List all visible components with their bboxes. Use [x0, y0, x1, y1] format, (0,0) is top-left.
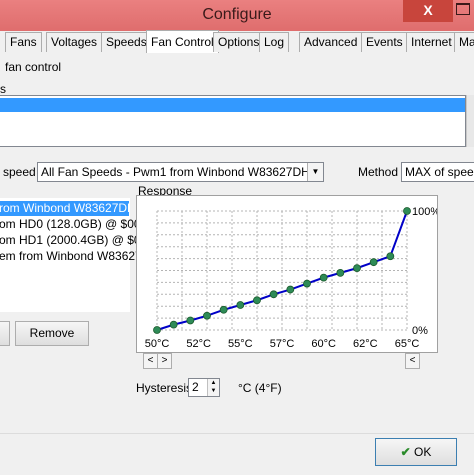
tab-advanced[interactable]: Advanced — [299, 32, 363, 52]
list-item[interactable]: om HD1 (2000.4GB) @ $000 — [0, 233, 154, 247]
data-point — [253, 296, 261, 305]
fan-list-header: s — [0, 82, 6, 96]
x-tick-label: 60°C — [311, 338, 336, 350]
y-tick-label: 100% — [412, 206, 437, 218]
x-tick-label: 55°C — [228, 338, 253, 350]
tab-speeds[interactable]: Speeds — [101, 32, 152, 52]
data-point — [203, 311, 211, 320]
tab-log[interactable]: Log — [259, 32, 290, 52]
tab-voltages[interactable]: Voltages — [46, 32, 103, 52]
y-tick-label: 0% — [412, 325, 428, 337]
x-tick-label: 52°C — [186, 338, 211, 350]
arrow-left-icon: < — [147, 355, 154, 366]
tab-label: Internet — [411, 35, 452, 49]
tab-label: Fan Control — [151, 35, 214, 49]
tab-internet[interactable]: Internet — [406, 32, 457, 52]
maximize-icon[interactable] — [456, 3, 474, 17]
x-tick-label: 57°C — [270, 338, 295, 350]
close-icon: X — [423, 2, 433, 18]
method-select-value: MAX of speeds — [405, 165, 474, 179]
tab-fans[interactable]: Fans — [5, 32, 42, 52]
scroll-left-button-end[interactable]: < — [405, 353, 420, 369]
remove-button-label: Remove — [29, 326, 75, 340]
tab-label: Events — [366, 35, 403, 49]
close-button[interactable]: X — [403, 0, 453, 22]
data-point — [186, 316, 195, 325]
list-item[interactable]: em from Winbond W83627 — [0, 249, 142, 263]
scroll-left-button[interactable]: < — [143, 353, 158, 369]
hysteresis-value: 2 — [192, 380, 199, 394]
x-tick-label: 62°C — [353, 338, 378, 350]
data-point — [319, 273, 328, 282]
tab-events[interactable]: Events — [361, 32, 408, 52]
arrow-left-icon: < — [409, 355, 416, 366]
tab-label: Voltages — [51, 35, 98, 49]
data-point — [286, 285, 295, 294]
method-select[interactable]: MAX of speeds — [401, 162, 474, 182]
tab-label: Log — [264, 35, 285, 49]
tab-label: Options — [218, 35, 260, 49]
x-tick-label: 50°C — [145, 338, 170, 350]
tab-label: Ma — [459, 35, 474, 49]
fan-list-selected-row[interactable] — [0, 98, 465, 112]
tab-options[interactable]: Options — [213, 32, 265, 52]
tab-bar: Fans Voltages Speeds Fan Control Options… — [0, 30, 474, 54]
hysteresis-spinner[interactable]: ▲ ▼ — [207, 379, 219, 396]
checkmark-icon: ✔ — [400, 445, 411, 459]
remove-button[interactable]: Remove — [15, 321, 89, 346]
data-point — [369, 258, 378, 267]
hysteresis-unit: °C (4°F) — [238, 381, 282, 395]
speed-label: speed — [3, 165, 36, 179]
add-button[interactable] — [0, 321, 10, 346]
tab-label: Advanced — [304, 35, 358, 49]
source-label: rom Winbond W83627DHG — [0, 201, 129, 215]
response-chart[interactable]: 100% 0% 50°C 52°C 55°C 57°C 60°C 62°C 65°C — [137, 196, 437, 352]
fan-list-scrollbar[interactable] — [466, 95, 474, 147]
tab-label: Speeds — [106, 35, 147, 49]
data-point — [169, 320, 178, 329]
speed-select[interactable]: All Fan Speeds - Pwm1 from Winbond W8362… — [37, 162, 324, 182]
hysteresis-label: Hysteresis — [136, 381, 193, 395]
tab-main[interactable]: Ma — [454, 32, 474, 52]
data-point — [336, 268, 345, 277]
data-point — [269, 290, 278, 299]
scroll-right-button[interactable]: > — [157, 353, 172, 369]
source-list[interactable]: rom Winbond W83627DHG om HD0 (128.0GB) @… — [0, 198, 154, 312]
ok-button[interactable]: ✔ OK — [375, 438, 457, 466]
hysteresis-input[interactable]: 2 ▲ ▼ — [188, 378, 220, 397]
list-item[interactable]: rom Winbond W83627DHG — [0, 201, 129, 216]
x-tick-label: 65°C — [395, 338, 420, 350]
dialog-footer: ✔ OK — [0, 433, 474, 475]
arrow-right-icon: > — [161, 355, 168, 366]
enable-fan-control-label[interactable]: fan control — [5, 60, 61, 74]
data-point — [219, 305, 228, 314]
tab-label: Fans — [10, 35, 37, 49]
method-label: Method — [358, 165, 399, 179]
fan-list[interactable] — [0, 95, 466, 147]
tab-fan-control[interactable]: Fan Control — [146, 30, 219, 53]
data-point — [153, 326, 161, 334]
data-point — [353, 264, 361, 273]
list-item[interactable]: om HD0 (128.0GB) @ $000 — [0, 217, 147, 231]
chevron-down-icon[interactable]: ▼ — [307, 163, 323, 181]
data-point — [386, 252, 395, 261]
response-graph[interactable]: 100% 0% 50°C 52°C 55°C 57°C 60°C 62°C 65°C < > < — [136, 195, 438, 369]
speed-select-value: All Fan Speeds - Pwm1 from Winbond W8362… — [41, 165, 324, 179]
data-point — [236, 301, 245, 309]
data-point — [303, 279, 311, 288]
ok-button-label: OK — [414, 445, 432, 459]
data-point — [403, 207, 411, 215]
